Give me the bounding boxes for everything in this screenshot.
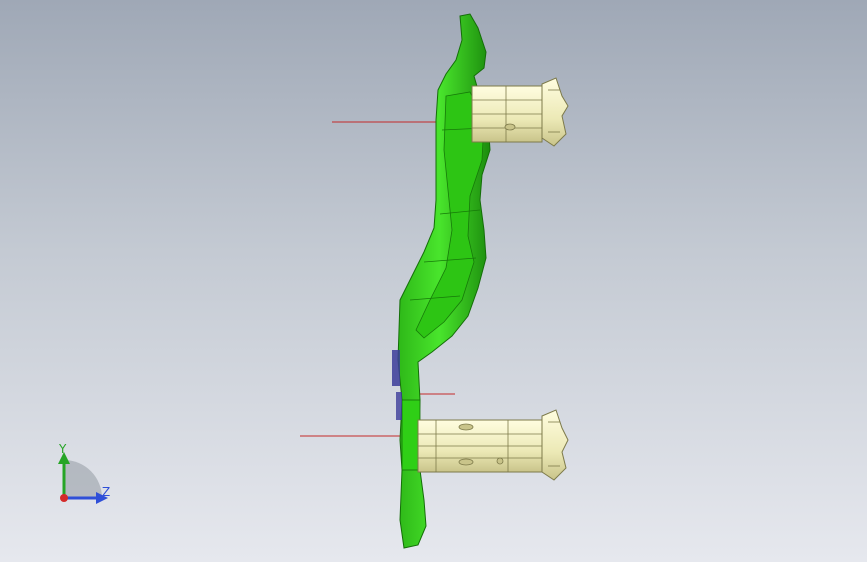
upper-clamp-slot: [504, 123, 516, 131]
lower-clamp-knob: [541, 409, 569, 481]
reference-triad: Y Z: [44, 440, 124, 510]
lower-clamp-slot-2: [458, 458, 474, 466]
bracket-blue-plate: [392, 350, 400, 386]
cad-model[interactable]: [0, 0, 867, 562]
triad-graphic: [58, 452, 108, 504]
triad-z-label: Z: [102, 485, 111, 499]
graphics-viewport[interactable]: Y Z: [0, 0, 867, 562]
bracket-blue-plate-2: [396, 392, 402, 420]
lower-clamp[interactable]: [417, 409, 569, 481]
triad-x-origin: [60, 494, 68, 502]
lower-clamp-slot-1: [458, 423, 474, 431]
bracket-lower-flange: [401, 399, 421, 471]
upper-clamp-knob: [541, 77, 569, 147]
lower-clamp-hole: [496, 457, 504, 465]
upper-clamp[interactable]: [471, 77, 569, 147]
triad-y-label: Y: [59, 442, 67, 456]
